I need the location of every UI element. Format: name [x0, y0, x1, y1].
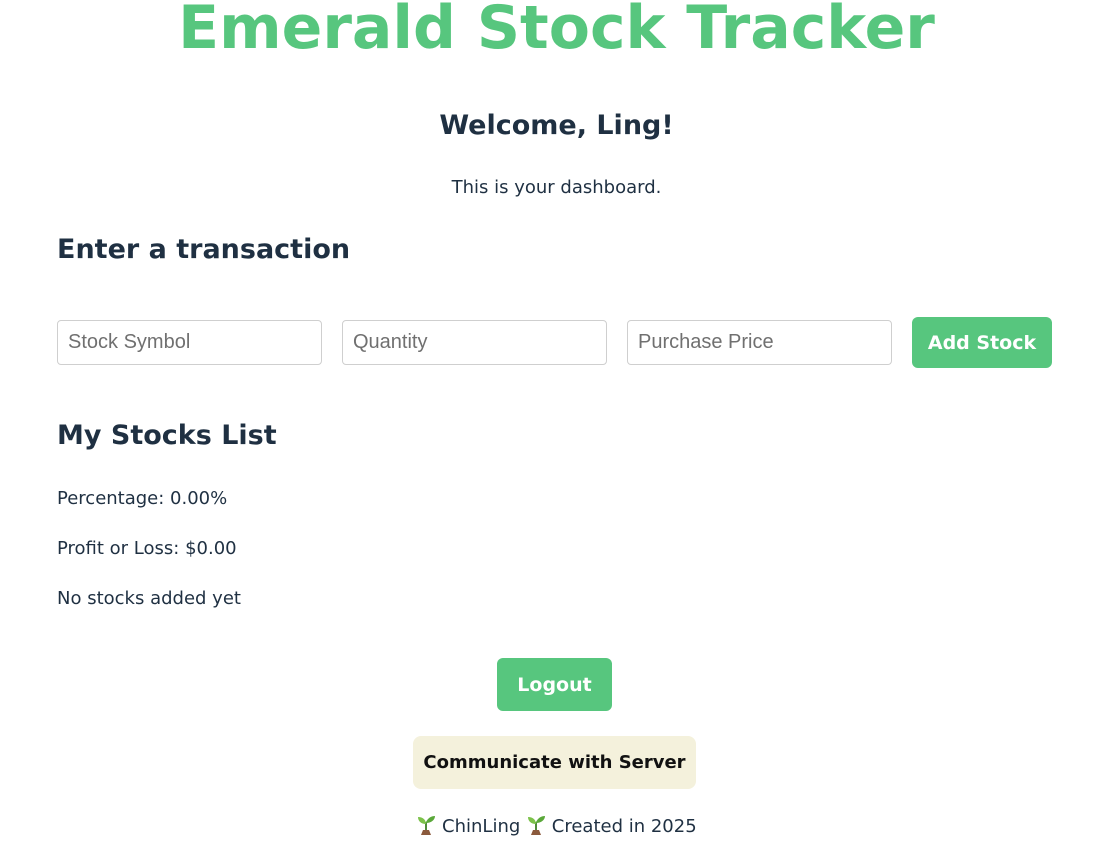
transaction-form: Add Stock [57, 317, 1057, 369]
logout-button[interactable]: Logout [497, 658, 612, 711]
dashboard-text: This is your dashboard. [451, 177, 662, 198]
quantity-input[interactable] [342, 320, 607, 365]
welcome-heading: Welcome, Ling! [439, 110, 674, 141]
footer-author: ChinLing [442, 816, 521, 837]
purchase-price-input[interactable] [627, 320, 892, 365]
empty-stocks-message: No stocks added yet [57, 588, 241, 609]
percentage-text: Percentage: 0.00% [57, 488, 228, 509]
footer: ChinLing Created in 2025 [0, 813, 1113, 839]
transaction-heading: Enter a transaction [57, 234, 351, 265]
add-stock-button[interactable]: Add Stock [912, 317, 1052, 368]
footer-created: Created in 2025 [551, 816, 697, 837]
seedling-icon [418, 816, 436, 835]
stocks-list-heading: My Stocks List [57, 420, 277, 451]
app-title: Emerald Stock Tracker [178, 0, 935, 63]
communicate-server-button[interactable]: Communicate with Server [413, 736, 696, 789]
seedling-icon [528, 816, 546, 835]
stock-symbol-input[interactable] [57, 320, 322, 365]
profit-loss-text: Profit or Loss: $0.00 [57, 538, 237, 559]
